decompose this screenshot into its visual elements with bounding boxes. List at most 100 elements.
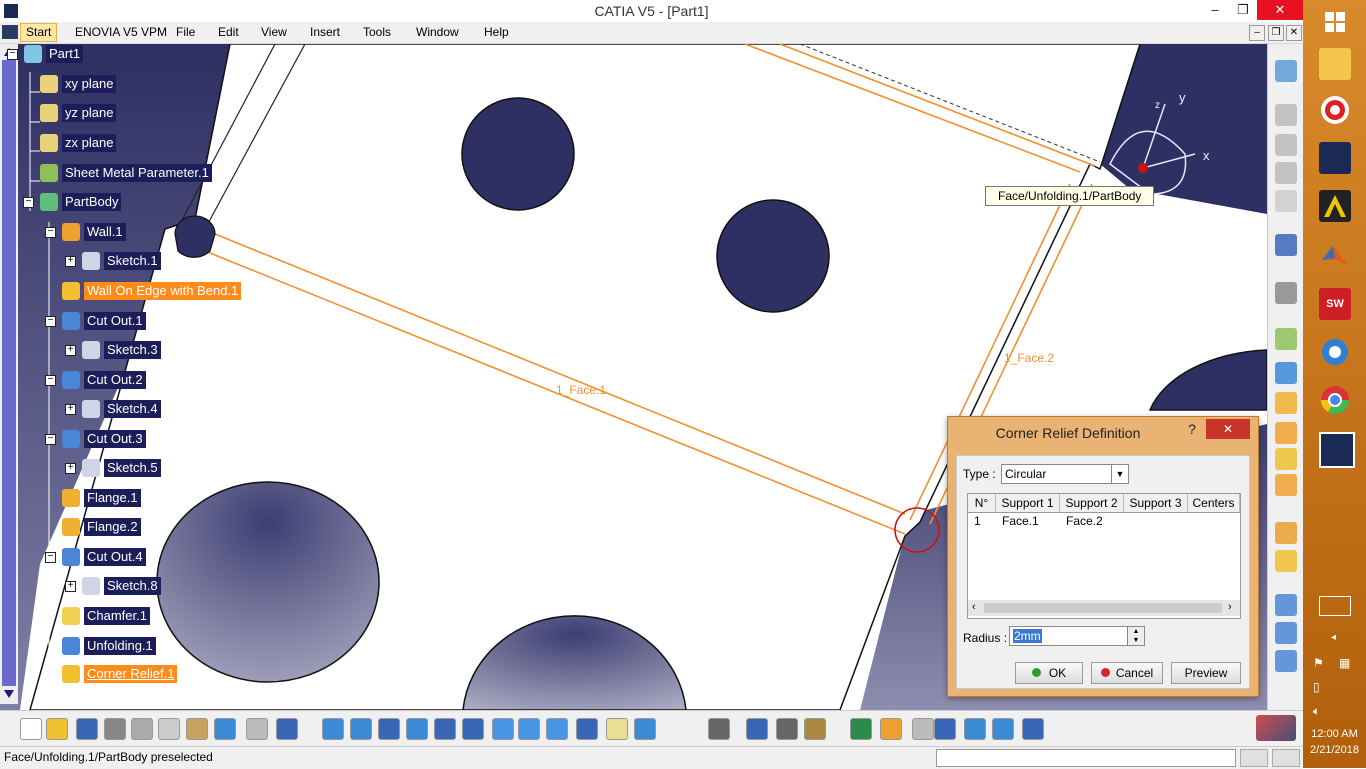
scroll-left-arrow[interactable]: ‹: [972, 601, 976, 613]
collapse-node-icon[interactable]: −: [23, 197, 34, 208]
column-header[interactable]: N°: [968, 494, 996, 512]
unfold-tool-icon[interactable]: [1275, 134, 1297, 156]
rotate-icon[interactable]: [406, 718, 428, 740]
sketch-icon[interactable]: [82, 459, 100, 477]
cut-icon[interactable]: [131, 718, 153, 740]
autocad-icon[interactable]: [1319, 190, 1351, 222]
recognize-icon[interactable]: [1275, 362, 1297, 384]
multi-view-icon[interactable]: [518, 718, 540, 740]
select-arrow-icon[interactable]: [1275, 234, 1297, 256]
collapse-node-icon[interactable]: −: [45, 227, 56, 238]
mass-icon[interactable]: [776, 718, 798, 740]
column-header[interactable]: Support 3: [1124, 494, 1188, 512]
dialog-help-button[interactable]: ?: [1184, 421, 1200, 437]
sheet-metal-params-tool-icon[interactable]: [1275, 60, 1297, 82]
sheet-metal-wall-icon[interactable]: [1275, 328, 1297, 350]
sketch-tool-icon[interactable]: [1275, 282, 1297, 304]
scale-icon[interactable]: [912, 718, 934, 740]
tree-item-label[interactable]: Sketch.1: [104, 252, 161, 270]
zoom-in-icon[interactable]: [434, 718, 456, 740]
clock-time[interactable]: 12:00 AM: [1303, 728, 1366, 740]
sketch-icon[interactable]: [82, 341, 100, 359]
tree-item-label[interactable]: yz plane: [62, 104, 117, 122]
tree-item-label[interactable]: Unfolding.1: [84, 637, 156, 655]
catalog-icon[interactable]: [1022, 718, 1044, 740]
part-icon[interactable]: [24, 45, 42, 63]
edge-icon[interactable]: [1319, 336, 1351, 368]
flange-icon[interactable]: [62, 518, 80, 536]
flange-tool-icon[interactable]: [1275, 474, 1297, 496]
tree-item-label[interactable]: Cut Out.1: [84, 312, 146, 330]
unfolding-icon[interactable]: [62, 637, 80, 655]
battery-icon[interactable]: ▯: [1313, 680, 1320, 694]
doc-minimize-button[interactable]: –: [1249, 25, 1265, 41]
partbody-gear-icon[interactable]: [40, 193, 58, 211]
sheet-metal-parameters-icon[interactable]: [40, 164, 58, 182]
tree-item-label[interactable]: Corner Relief.1: [84, 665, 178, 683]
dialog-close-button[interactable]: ✕: [1206, 419, 1250, 439]
measure-icon[interactable]: [708, 718, 730, 740]
scroll-thumb-h[interactable]: [984, 603, 1222, 613]
radius-spinner[interactable]: ▲ ▼: [1127, 626, 1145, 646]
save-icon[interactable]: [76, 718, 98, 740]
menu-window[interactable]: Window: [416, 25, 459, 39]
chamfer-icon[interactable]: [62, 607, 80, 625]
plane-icon[interactable]: [40, 104, 58, 122]
copy-icon[interactable]: [158, 718, 180, 740]
command-input[interactable]: [936, 749, 1236, 767]
column-header[interactable]: Support 1: [996, 494, 1060, 512]
print-icon[interactable]: [104, 718, 126, 740]
open-icon[interactable]: [46, 718, 68, 740]
clock-date[interactable]: 2/21/2018: [1303, 744, 1366, 756]
wall-on-edge-tool-icon[interactable]: [1275, 422, 1297, 444]
recorder-icon[interactable]: [1319, 94, 1351, 126]
ok-button[interactable]: OK: [1015, 662, 1083, 684]
wall-on-edge-icon[interactable]: [62, 282, 80, 300]
zoom-out-icon[interactable]: [462, 718, 484, 740]
document-icon[interactable]: [2, 25, 18, 39]
pan-icon[interactable]: [378, 718, 400, 740]
expand-node-icon[interactable]: +: [65, 463, 76, 474]
scroll-down-arrow[interactable]: [4, 690, 14, 698]
supports-table[interactable]: N° Support 1 Support 2 Support 3 Centers 1 Fa…: [967, 493, 1241, 619]
menu-help[interactable]: Help: [484, 25, 509, 39]
plane-icon[interactable]: [40, 134, 58, 152]
close-button[interactable]: ✕: [1257, 0, 1303, 20]
new-icon[interactable]: [20, 718, 42, 740]
collapse-node-icon[interactable]: −: [7, 49, 18, 60]
collapse-node-icon[interactable]: −: [45, 316, 56, 327]
collapse-node-icon[interactable]: −: [45, 434, 56, 445]
expand-node-icon[interactable]: +: [65, 404, 76, 415]
corner-relief-tool-icon[interactable]: [1275, 650, 1297, 672]
table-row[interactable]: 1 Face.1 Face.2: [968, 514, 1240, 530]
tree-item-label[interactable]: Sketch.5: [104, 459, 161, 477]
bend-tool-icon[interactable]: [1275, 104, 1297, 126]
sketch-icon[interactable]: [82, 400, 100, 418]
tree-item-label[interactable]: Cut Out.2: [84, 371, 146, 389]
cutout-icon[interactable]: [62, 371, 80, 389]
tree-scrollbar[interactable]: [0, 44, 18, 704]
network-icon[interactable]: ▦: [1339, 656, 1350, 670]
sketch-icon[interactable]: [82, 252, 100, 270]
fold-tool-icon[interactable]: [1275, 162, 1297, 184]
column-header[interactable]: Support 2: [1060, 494, 1124, 512]
menu-file[interactable]: File: [176, 25, 195, 39]
expand-node-icon[interactable]: +: [65, 581, 76, 592]
collapse-node-icon[interactable]: −: [45, 375, 56, 386]
tree-item-label[interactable]: Part1: [46, 45, 84, 63]
tree-item-label[interactable]: Sketch.8: [104, 577, 161, 595]
extrusion-tool-icon[interactable]: [1275, 448, 1297, 470]
plane-icon[interactable]: [40, 75, 58, 93]
tray-expand-icon[interactable]: ◂: [1331, 632, 1336, 643]
cutout-icon[interactable]: [62, 430, 80, 448]
expand-node-icon[interactable]: +: [65, 345, 76, 356]
cancel-button[interactable]: Cancel: [1091, 662, 1163, 684]
table-hscrollbar[interactable]: ‹ ›: [968, 600, 1240, 616]
paste-icon[interactable]: [186, 718, 208, 740]
update-icon[interactable]: [804, 718, 826, 740]
tree-item-label[interactable]: Chamfer.1: [84, 607, 150, 625]
menu-enovia[interactable]: ENOVIA V5 VPM: [75, 25, 167, 39]
tree-item-label[interactable]: Sheet Metal Parameter.1: [62, 164, 212, 182]
normal-view-icon[interactable]: [492, 718, 514, 740]
redo-icon[interactable]: [246, 718, 268, 740]
